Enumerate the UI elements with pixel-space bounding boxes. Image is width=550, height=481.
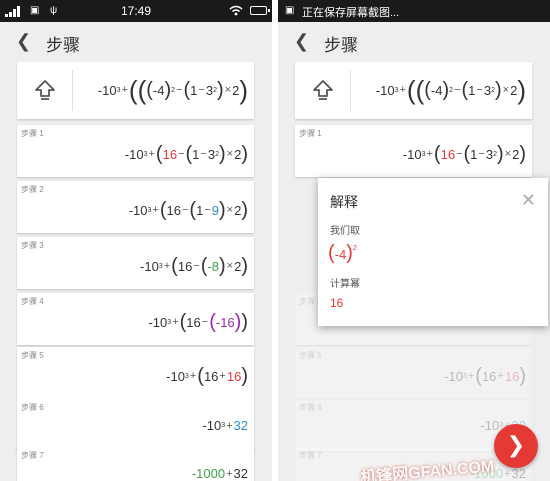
close-icon[interactable]: ✕ (521, 191, 536, 209)
step-card-5[interactable]: 步骤 5 -10 3 +(16 +16) (17, 347, 254, 399)
expression-card: -10 3 + (((-4) 2 −(1−3 2) × 2) (295, 62, 532, 119)
back-button[interactable]: ❮ (294, 31, 309, 51)
popup-line-take: 我们取 (330, 226, 360, 237)
back-button[interactable]: ❮ (16, 31, 31, 51)
step-card-4[interactable]: 步骤 4 -10 3 +(16−(-16)) (17, 293, 254, 345)
app-bar: ❮ 步骤 (0, 22, 272, 62)
next-step-button[interactable]: ❯ (494, 424, 538, 468)
expression: -10 3 + (((-4) 2 −(1−3 2) × 2) (97, 75, 248, 105)
popup-result: 16 (330, 296, 344, 310)
step-card-6[interactable]: 步骤 6 -103+32 (17, 399, 254, 451)
step-card-1[interactable]: 步骤 1 -10 3 +(16−(1−3 2) × 2) (295, 125, 532, 177)
popup-line-power: 计算幂 (330, 279, 360, 290)
status-bar: ▣ ψ 17:49 (0, 0, 272, 22)
expression: -10 3 + (((-4) 2 −(1−3 2) × 2) (375, 75, 526, 105)
step-card-1[interactable]: 步骤 1 -10 3 +(16−(1−3 2) × 2) (17, 125, 254, 177)
pin-up-icon[interactable] (311, 78, 335, 102)
step-card-5[interactable]: 步骤 5 -10 3 +(16 +16) (295, 347, 532, 399)
popup-title: 解释 (330, 194, 358, 210)
chevron-right-icon: ❯ (506, 432, 526, 457)
status-bar-notification: ▣ 正在保存屏幕截图... (278, 0, 550, 22)
step-card-3[interactable]: 步骤 3 -10 3 +(16−(-8) × 2) (17, 237, 254, 289)
page-title: 步骤 (324, 36, 358, 55)
popup-expression: (-4)2 (328, 242, 357, 264)
expression-card: -10 3 + (((-4) 2 −(1−3 2) × 2) (17, 62, 254, 119)
left-screen: ▣ ψ 17:49 ❮ 步骤 -10 3 + (((-4) 2 −(1−3 2) × 2… (0, 0, 272, 481)
screenshot-icon: ▣ (285, 5, 295, 16)
page-title: 步骤 (46, 36, 80, 55)
wifi-icon (229, 5, 243, 16)
step-card-7[interactable]: 步骤 7 -1000 +32 (17, 447, 254, 481)
app-bar: ❮ 步骤 (278, 22, 550, 62)
notification-text: 正在保存屏幕截图... (302, 7, 400, 19)
pin-up-icon[interactable] (33, 78, 57, 102)
step-card-2[interactable]: 步骤 2 -10 3 +(16−(1−9) × 2) (17, 181, 254, 233)
explanation-popup: 解释 ✕ 我们取 (-4)2 计算幂 16 (318, 178, 548, 326)
battery-icon (250, 6, 270, 15)
